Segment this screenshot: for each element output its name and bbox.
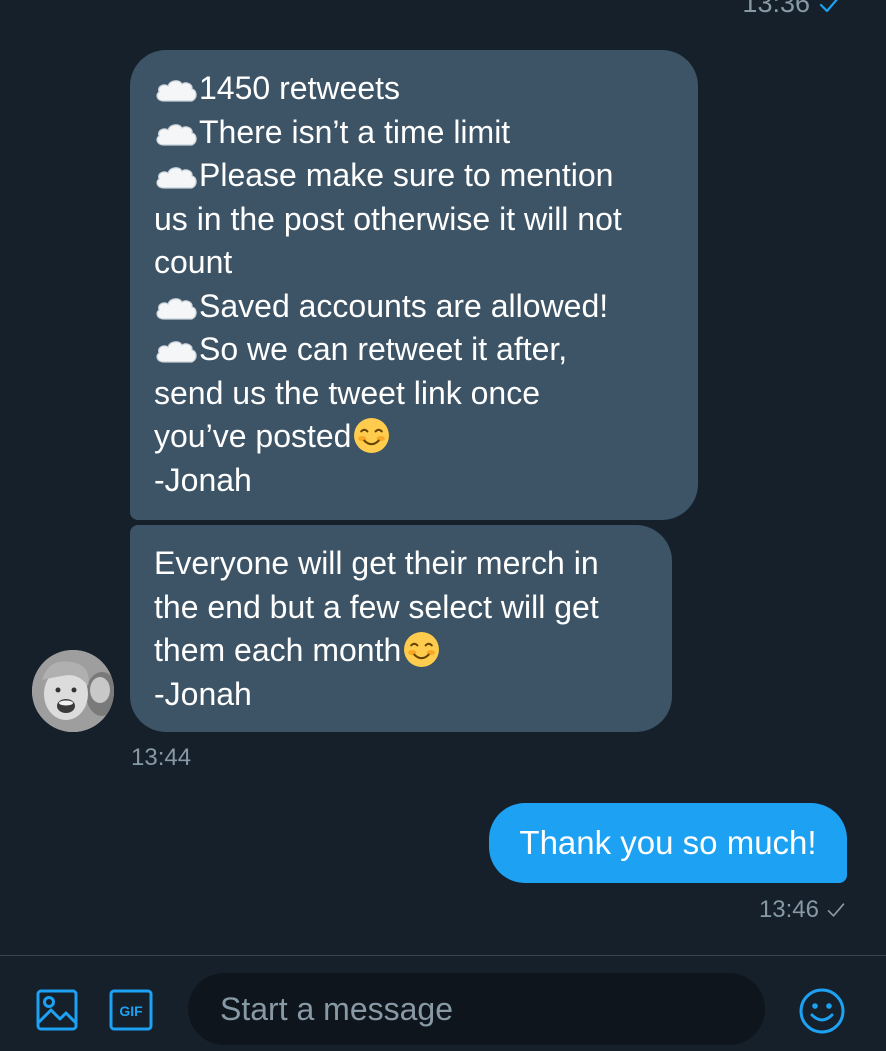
- message-line-text: -Jonah: [154, 461, 252, 498]
- message-line: Please make sure to mention: [154, 154, 676, 198]
- message-timestamp: 13:44: [131, 744, 192, 771]
- message-line-text: send us the tweet link once: [154, 374, 541, 411]
- cloud-icon: [156, 80, 197, 102]
- cloud-icon: [156, 167, 197, 189]
- message-line: There isn’t a time limit: [154, 111, 676, 155]
- message-line-text: 1450 retweets: [199, 70, 401, 106]
- message-line: you’ve posted: [154, 415, 676, 459]
- message-line-text: There isn’t a time limit: [199, 113, 511, 150]
- message-line-text: So we can retweet it after,: [199, 331, 568, 367]
- message-line: them each month: [154, 629, 650, 673]
- check-icon: [819, 0, 838, 12]
- message-input[interactable]: [188, 973, 765, 1045]
- message-line: -Jonah: [154, 673, 650, 717]
- top-message-timestamp: 13:36: [742, 0, 842, 19]
- outgoing-message-text: Thank you so much!: [519, 824, 817, 861]
- message-line-text: Please make sure to mention: [199, 157, 614, 193]
- message-line-text: us in the post otherwise it will not: [154, 200, 622, 237]
- message-line: Saved accounts are allowed!: [154, 285, 676, 329]
- user-avatar[interactable]: [32, 650, 114, 732]
- message-line: send us the tweet link once: [154, 372, 676, 416]
- message-line-text: you’ve posted: [154, 418, 352, 454]
- smiling-face-emoji: [354, 418, 390, 453]
- cloud-icon: [156, 123, 197, 146]
- message-line: So we can retweet it after,: [154, 328, 676, 372]
- avatar-photo: [32, 650, 114, 732]
- image-icon[interactable]: [36, 989, 78, 1031]
- cloud-icon: [156, 297, 197, 320]
- outgoing-timestamp-text: 13:46: [758, 896, 819, 923]
- message-line: count: [154, 241, 676, 285]
- emoji-icon[interactable]: [798, 987, 846, 1035]
- message-line-text: Saved accounts are allowed!: [199, 287, 609, 324]
- message-line: -Jonah: [154, 459, 676, 503]
- message-line-text: the end but a few select will get: [154, 588, 599, 625]
- top-timestamp-text: 13:36: [742, 0, 810, 18]
- message-line: the end but a few select will get: [154, 586, 650, 630]
- incoming-message-bubble-2[interactable]: Everyone will get their merch in the end…: [130, 525, 672, 732]
- incoming-message-bubble-1[interactable]: 1450 retweets There isn’t a time limit P…: [130, 50, 698, 520]
- gif-icon[interactable]: GIF: [109, 989, 153, 1031]
- outgoing-message-bubble[interactable]: Thank you so much!: [489, 803, 847, 883]
- message-line-text: count: [154, 244, 233, 280]
- message-line: 1450 retweets: [154, 67, 676, 111]
- gif-label: GIF: [119, 1003, 143, 1019]
- message-line-text: them each month: [154, 632, 402, 668]
- message-line-text: Everyone will get their merch in: [154, 545, 599, 581]
- check-icon: [827, 903, 845, 917]
- message-line: us in the post otherwise it will not: [154, 198, 676, 242]
- message-line-text: -Jonah: [154, 675, 252, 712]
- cloud-icon: [156, 341, 197, 363]
- smiling-face-emoji: [404, 632, 440, 667]
- message-line: Everyone will get their merch in: [154, 542, 650, 586]
- outgoing-message-timestamp: 13:46: [759, 896, 846, 924]
- message-composer: GIF: [0, 955, 886, 1051]
